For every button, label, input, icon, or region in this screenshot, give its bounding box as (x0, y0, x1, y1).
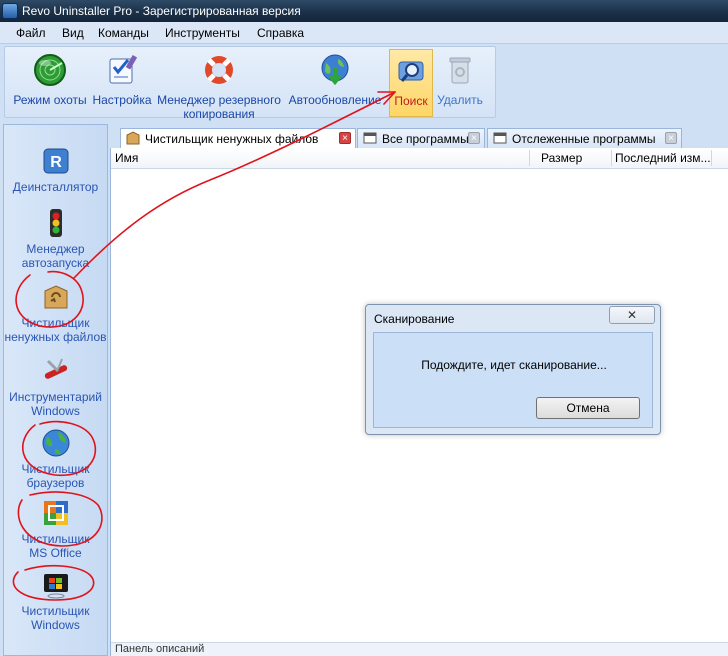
window-icon (363, 132, 377, 144)
menu-commands[interactable]: Команды (98, 26, 149, 40)
sidebar-item-autorun[interactable]: Менеджер автозапуска (4, 207, 107, 270)
sidebar-item-office-cleaner[interactable]: Чистильщик MS Office (4, 497, 107, 560)
tab-junk-cleaner[interactable]: Чистильщик ненужных файлов × (120, 128, 356, 148)
list-header: Имя Размер Последний изм... (111, 148, 728, 169)
dialog-title: Сканирование (374, 312, 455, 326)
backup-manager-button[interactable]: Менеджер резервного копирования (153, 49, 285, 121)
description-panel-title: Панель описаний (115, 643, 205, 655)
sidebar-label-browsers-2: браузеров (26, 476, 85, 490)
dialog-message: Подождите, идет сканирование... (421, 358, 607, 372)
window-icon (493, 132, 507, 144)
windows-icon (43, 574, 68, 599)
menu-help[interactable]: Справка (257, 26, 304, 40)
column-separator[interactable] (711, 150, 712, 166)
delete-label: Удалить (437, 93, 483, 107)
globe-icon (42, 429, 69, 457)
hunter-mode-label: Режим охоты (13, 93, 87, 107)
toolbar-group: Режим охоты Настройка Менеджер резервног… (4, 46, 496, 121)
window-title: Revo Uninstaller Pro - Зарегистрированна… (22, 4, 301, 18)
sidebar-label-junk-2: ненужных файлов (4, 330, 107, 344)
title-bar: Revo Uninstaller Pro - Зарегистрированна… (0, 0, 728, 22)
menu-view[interactable]: Вид (62, 26, 84, 40)
menu-file[interactable]: Файл (16, 26, 46, 40)
dialog-close-button[interactable]: ✕ (609, 306, 655, 324)
settings-button[interactable]: Настройка (91, 49, 153, 117)
settings-label: Настройка (92, 93, 152, 107)
sidebar-label-wintools-1: Инструментарий (9, 390, 102, 404)
backup-manager-label-2: копирования (183, 107, 255, 121)
sidebar-item-junk-cleaner[interactable]: Чистильщик ненужных файлов (4, 281, 107, 344)
sidebar-label-windows-2: Windows (31, 618, 80, 632)
tab-junk-label: Чистильщик ненужных файлов (145, 132, 319, 146)
lifebuoy-icon (205, 56, 233, 84)
sidebar-label-windows-1: Чистильщик (21, 604, 90, 618)
menu-tools[interactable]: Инструменты (165, 26, 240, 40)
recycle-box-icon (126, 131, 140, 145)
sidebar-label-office-1: Чистильщик (21, 532, 90, 546)
office-icon (43, 501, 68, 525)
sidebar-item-windows-cleaner[interactable]: Чистильщик Windows (4, 569, 107, 632)
column-name[interactable]: Имя (115, 151, 138, 165)
scanning-dialog: Сканирование ✕ Подождите, идет сканирова… (365, 304, 661, 435)
svg-text:R: R (50, 154, 62, 171)
sidebar-label-junk-1: Чистильщик (21, 316, 90, 330)
app-icon (2, 3, 18, 19)
column-size[interactable]: Размер (541, 151, 582, 165)
column-last-modified[interactable]: Последний изм... (615, 151, 711, 165)
search-icon (398, 61, 424, 82)
column-separator[interactable] (529, 150, 530, 166)
delete-button[interactable]: Удалить (435, 49, 485, 117)
description-panel: Панель описаний (111, 642, 728, 656)
globe-download-icon (321, 54, 349, 86)
tab-all-programs[interactable]: Все программы × (357, 128, 485, 148)
search-label: Поиск (394, 94, 428, 108)
menu-bar: Файл Вид Команды Инструменты Справка (0, 22, 728, 44)
radar-icon (34, 54, 66, 86)
sidebar-label-office-2: MS Office (29, 546, 82, 560)
cancel-button[interactable]: Отмена (536, 397, 640, 419)
toolbar: Режим охоты Настройка Менеджер резервног… (0, 44, 728, 121)
tab-all-label: Все программы (382, 132, 469, 146)
revo-icon: R (43, 148, 68, 174)
autoupdate-button[interactable]: Автообновление (285, 49, 385, 117)
search-button[interactable]: Поиск (389, 49, 433, 117)
backup-manager-label-1: Менеджер резервного (157, 93, 281, 107)
tab-bar: Чистильщик ненужных файлов × Все програм… (110, 124, 728, 148)
sidebar-label-autorun-2: автозапуска (21, 256, 90, 270)
sidebar-item-uninstaller[interactable]: R Деинсталлятор (4, 145, 107, 194)
recycle-box-icon (44, 285, 67, 309)
checklist-icon (109, 54, 138, 84)
multitool-icon (44, 358, 67, 379)
tab-close-icon[interactable]: × (468, 132, 480, 144)
tab-traced-label: Отслеженные программы (512, 132, 656, 146)
tab-close-icon[interactable]: × (665, 132, 677, 144)
tools-sidebar: R Деинсталлятор Менеджер автозапуска Чис… (3, 124, 108, 656)
dialog-body: Подождите, идет сканирование... Отмена (373, 332, 653, 428)
tab-traced-programs[interactable]: Отслеженные программы × (487, 128, 682, 148)
sidebar-label-uninstaller: Деинсталлятор (12, 180, 99, 194)
autoupdate-label: Автообновление (288, 93, 382, 107)
trash-icon (449, 57, 471, 84)
traffic-light-icon (49, 209, 62, 237)
sidebar-label-browsers-1: Чистильщик (21, 462, 90, 476)
hunter-mode-button[interactable]: Режим охоты (9, 49, 91, 117)
tab-close-icon[interactable]: × (339, 132, 351, 144)
sidebar-label-wintools-2: Windows (31, 404, 80, 418)
column-separator[interactable] (611, 150, 612, 166)
sidebar-item-windows-tools[interactable]: Инструментарий Windows (4, 355, 107, 418)
sidebar-item-browser-cleaner[interactable]: Чистильщик браузеров (4, 427, 107, 490)
sidebar-label-autorun-1: Менеджер (26, 242, 85, 256)
